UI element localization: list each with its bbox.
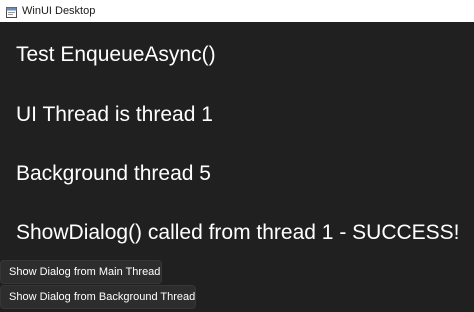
dialog-result-status: ShowDialog() called from thread 1 - SUCC… [16, 221, 460, 244]
main-content: Test EnqueueAsync() UI Thread is thread … [0, 22, 474, 312]
show-dialog-main-thread-button[interactable]: Show Dialog from Main Thread [0, 260, 162, 284]
ui-thread-status: UI Thread is thread 1 [16, 103, 213, 126]
background-thread-status: Background thread 5 [16, 162, 211, 185]
app-window-icon [6, 5, 17, 18]
test-heading: Test EnqueueAsync() [16, 43, 216, 66]
show-dialog-background-thread-button[interactable]: Show Dialog from Background Thread [0, 285, 196, 309]
window-title: WinUI Desktop [22, 5, 96, 17]
title-bar[interactable]: WinUI Desktop [0, 0, 474, 22]
